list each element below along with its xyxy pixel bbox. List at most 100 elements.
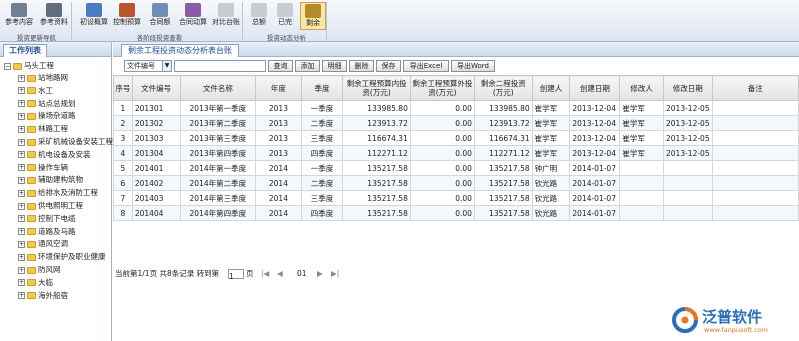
tree-item[interactable]: + 水工 xyxy=(18,85,53,96)
reference-content-button[interactable]: 参考内容 xyxy=(2,2,36,30)
expand-icon[interactable]: + xyxy=(18,138,25,146)
expand-icon[interactable]: + xyxy=(18,202,25,210)
search-input[interactable] xyxy=(174,60,266,72)
table-row[interactable]: 1 201301 2013年第一季度 2013 一季度 133985.80 0.00 1339… xyxy=(113,100,799,116)
tree-item[interactable]: + 给排水及消防工程 xyxy=(18,187,98,198)
expand-icon[interactable]: + xyxy=(18,112,25,120)
collapse-icon[interactable]: − xyxy=(4,62,11,70)
logo-url: www.fanpusoft.com xyxy=(704,326,769,334)
delete-button[interactable]: 删除 xyxy=(349,60,374,72)
completed-button[interactable]: 已完 xyxy=(273,2,297,30)
tree-item[interactable]: + 防风网 xyxy=(18,264,61,275)
ledger-table: 序号 文件编号 文件名称 年度 季度 剩余工程预算内投资(万元) 剩余工程预算外投资(万元)… xyxy=(113,75,799,221)
remaining-button[interactable]: 剩余 xyxy=(300,2,326,30)
tree-item[interactable]: + 环境保护及职业健康 xyxy=(18,251,106,262)
field-select[interactable]: 文件编号 ▼ xyxy=(124,60,172,72)
column-header[interactable]: 序号 xyxy=(113,75,133,101)
tree-item[interactable]: + 站地路网 xyxy=(18,72,68,83)
next-page-icon[interactable]: ▶ xyxy=(317,267,323,281)
table-row[interactable]: 6 201402 2014年第二季度 2014 二季度 135217.58 0.00 1352… xyxy=(113,175,799,191)
tree-item[interactable]: + 道路及马路 xyxy=(18,226,76,237)
save-button[interactable]: 保存 xyxy=(376,60,401,72)
first-page-icon[interactable]: |◀ xyxy=(261,267,269,281)
export-excel-button[interactable]: 导出Excel xyxy=(403,60,449,72)
table-cell: 一季度 xyxy=(300,160,344,176)
table-row[interactable]: 3 201303 2013年第三季度 2013 三季度 116674.31 0.00 1166… xyxy=(113,130,799,146)
page-title[interactable]: 剩余工程投资动态分析表台账 xyxy=(121,44,239,57)
table-cell xyxy=(663,205,713,221)
table-cell: 0.00 xyxy=(409,205,475,221)
expand-icon[interactable]: + xyxy=(18,164,25,172)
export-word-button[interactable]: 导出Word xyxy=(451,60,495,72)
comparison-ledger-button[interactable]: 对比台账 xyxy=(209,2,243,30)
column-header[interactable]: 剩余工程预算外投资(万元) xyxy=(409,75,475,101)
tab-work-list[interactable]: 工作列表 xyxy=(3,44,47,57)
add-button[interactable]: 添加 xyxy=(295,60,320,72)
folder-icon xyxy=(27,138,36,146)
toolbar-group-navigation: 参考内容 参考资料 投资更新导航 xyxy=(2,2,72,42)
contract-dynamic-button[interactable]: 合同动算 xyxy=(176,2,210,30)
expand-icon[interactable]: + xyxy=(18,266,25,274)
pager: 当前第1/1页 共8条记录 转到第 1 页 |◀ ◀ 01 ▶ ▶| xyxy=(113,267,799,281)
column-header[interactable]: 创建人 xyxy=(531,75,571,101)
column-header[interactable]: 季度 xyxy=(300,75,344,101)
expand-icon[interactable]: + xyxy=(18,151,25,159)
tree-item[interactable]: + 采矿机械设备安装工程 xyxy=(18,136,113,147)
expand-icon[interactable]: + xyxy=(18,279,25,287)
expand-icon[interactable]: + xyxy=(18,189,25,197)
detail-button[interactable]: 明细 xyxy=(322,60,347,72)
tree-item[interactable]: + 供电照明工程 xyxy=(18,200,83,211)
column-header[interactable]: 备注 xyxy=(711,75,799,101)
tree-item[interactable]: + 海外船宿 xyxy=(18,290,68,301)
tree-item[interactable]: + 林路工程 xyxy=(18,123,68,134)
column-header[interactable]: 文件编号 xyxy=(131,75,181,101)
table-row[interactable]: 5 201401 2014年第一季度 2014 一季度 135217.58 0.00 1352… xyxy=(113,160,799,176)
expand-icon[interactable]: + xyxy=(18,87,25,95)
table-cell: 133985.80 xyxy=(342,100,411,116)
tree-item[interactable]: + 操作车辆 xyxy=(18,162,68,173)
column-header[interactable]: 剩余工程预算内投资(万元) xyxy=(342,75,411,101)
contract-amount-button[interactable]: 合同额 xyxy=(143,2,177,30)
column-header[interactable]: 文件名称 xyxy=(179,75,257,101)
tree-item[interactable]: + 控制下电缆 xyxy=(18,213,76,224)
page-number-input[interactable]: 1 xyxy=(228,269,244,281)
preliminary-budget-button[interactable]: 初设概算 xyxy=(77,2,111,30)
last-page-icon[interactable]: ▶| xyxy=(331,267,339,281)
total-button[interactable]: 总额 xyxy=(247,2,271,30)
tab-bar: 剩余工程投资动态分析表台账 xyxy=(113,42,799,57)
table-row[interactable]: 7 201403 2014年第三季度 2014 三季度 135217.58 0.00 1352… xyxy=(113,190,799,206)
toolbar-group-stages: 初设概算 控制预算 合同额 合同动算 对比台账 各阶段投资查看 xyxy=(77,2,243,42)
tree-root[interactable]: − 马头工程 xyxy=(4,60,54,71)
column-header[interactable]: 剩余二程投资(万元) xyxy=(473,75,533,101)
column-header[interactable]: 修改日期 xyxy=(663,75,713,101)
table-row[interactable]: 4 201304 2013年第四季度 2013 四季度 112271.12 0.00 1122… xyxy=(113,145,799,161)
table-row[interactable]: 8 201404 2014年第四季度 2014 四季度 135217.58 0.00 1352… xyxy=(113,205,799,221)
toolbar-group-caption: 投资更新导航 xyxy=(17,34,56,42)
tree-item[interactable]: + 机电设备及安装 xyxy=(18,149,91,160)
expand-icon[interactable]: + xyxy=(18,240,25,248)
expand-icon[interactable]: + xyxy=(18,292,25,300)
control-budget-button[interactable]: 控制预算 xyxy=(110,2,144,30)
table-cell: 崔学军 xyxy=(531,100,571,116)
table-row[interactable]: 2 201302 2013年第二季度 2013 二季度 123913.72 0.00 1239… xyxy=(113,115,799,131)
column-header[interactable]: 修改人 xyxy=(619,75,664,101)
reference-material-button[interactable]: 参考资料 xyxy=(37,2,71,30)
column-header[interactable]: 年度 xyxy=(255,75,302,101)
expand-icon[interactable]: + xyxy=(18,125,25,133)
tree-item[interactable]: + 通风空调 xyxy=(18,238,68,249)
column-header[interactable]: 创建日期 xyxy=(569,75,621,101)
table-cell: 133985.80 xyxy=(473,100,533,116)
query-button[interactable]: 查询 xyxy=(268,60,293,72)
expand-icon[interactable]: + xyxy=(18,176,25,184)
tree-item[interactable]: + 大临 xyxy=(18,277,53,288)
tree-item[interactable]: + 站点总规划 xyxy=(18,98,76,109)
expand-icon[interactable]: + xyxy=(18,100,25,108)
tree-item[interactable]: + 辅助建构筑物 xyxy=(18,174,83,185)
expand-icon[interactable]: + xyxy=(18,253,25,261)
tree-item[interactable]: + 操场杂道路 xyxy=(18,110,76,121)
expand-icon[interactable]: + xyxy=(18,215,25,223)
expand-icon[interactable]: + xyxy=(18,228,25,236)
table-cell: 2014 xyxy=(255,160,302,176)
expand-icon[interactable]: + xyxy=(18,74,25,82)
prev-page-icon[interactable]: ◀ xyxy=(277,267,283,281)
